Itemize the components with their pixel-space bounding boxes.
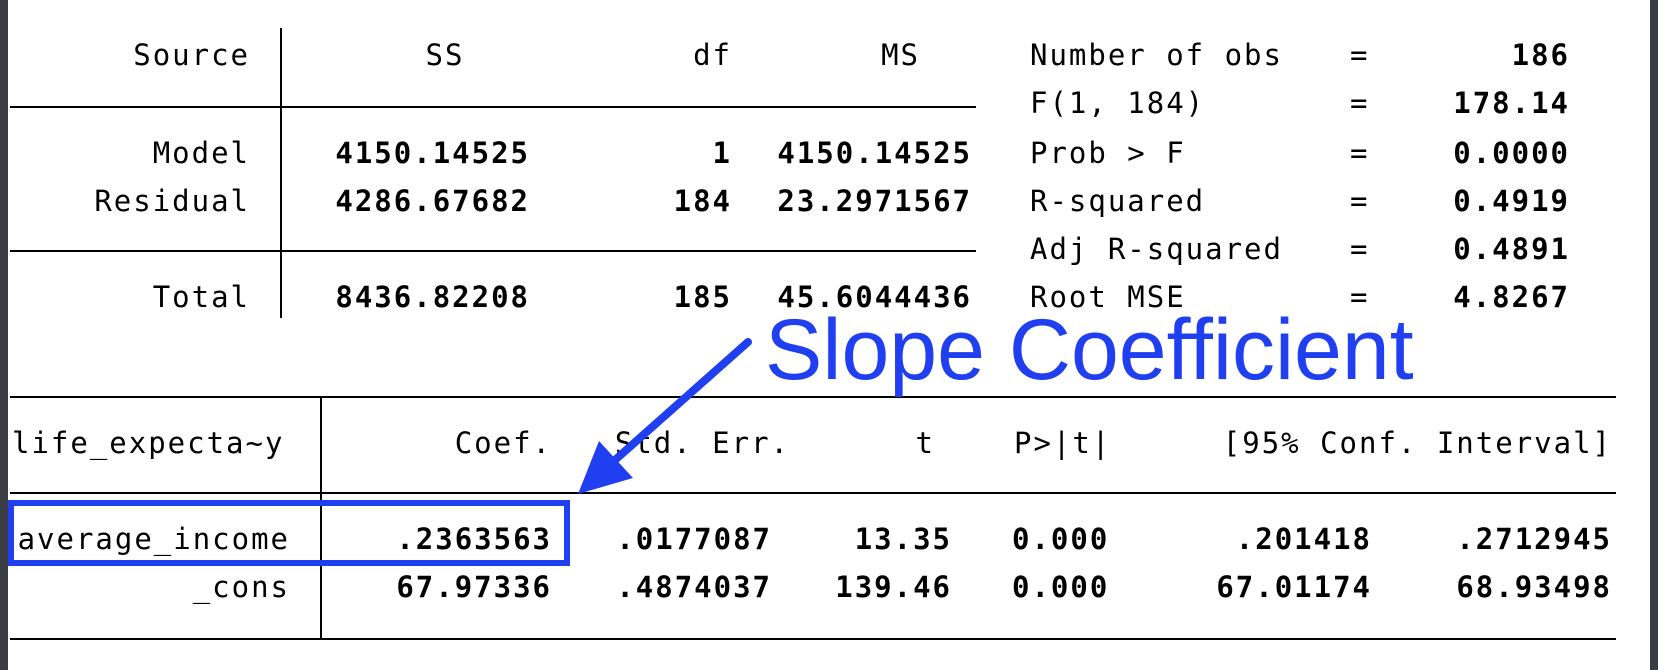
annotation-label: Slope Coefficient xyxy=(765,302,1414,398)
